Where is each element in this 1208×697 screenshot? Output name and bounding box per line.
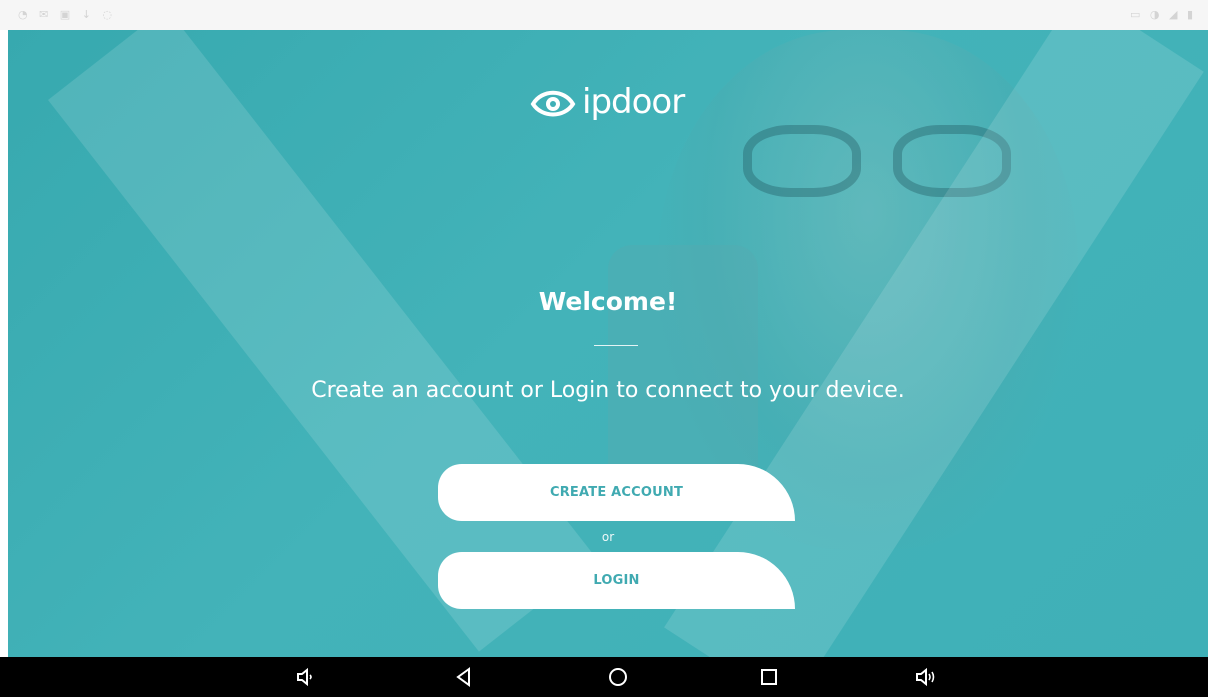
brand-logo: ipdoor — [530, 82, 685, 122]
create-account-button[interactable]: CREATE ACCOUNT — [438, 464, 795, 521]
status-icons-right: ▭ ◑ ◢ ▮ — [1130, 8, 1196, 21]
welcome-title: Welcome! — [538, 287, 678, 316]
welcome-subtitle: Create an account or Login to connect to… — [311, 378, 905, 403]
recent-apps-icon[interactable] — [756, 665, 782, 689]
status-icons-left: ◔ ✉ ▣ ↓ ◌ — [18, 8, 117, 21]
login-button[interactable]: LOGIN — [438, 552, 795, 609]
android-navigation-bar — [0, 657, 1208, 697]
brand-name: ipdoor — [582, 82, 685, 122]
status-bar: ◔ ✉ ▣ ↓ ◌ ▭ ◑ ◢ ▮ — [0, 0, 1208, 30]
welcome-screen: ipdoor Welcome! Create an account or Log… — [8, 30, 1208, 657]
or-separator: or — [601, 530, 615, 544]
volume-down-icon[interactable] — [292, 665, 318, 689]
create-account-label: CREATE ACCOUNT — [549, 485, 684, 500]
home-icon[interactable] — [605, 665, 631, 689]
volume-up-icon[interactable] — [912, 665, 938, 689]
title-divider — [594, 345, 638, 346]
eye-logo-icon — [530, 90, 576, 117]
back-icon[interactable] — [451, 665, 477, 689]
login-label: LOGIN — [593, 573, 640, 588]
